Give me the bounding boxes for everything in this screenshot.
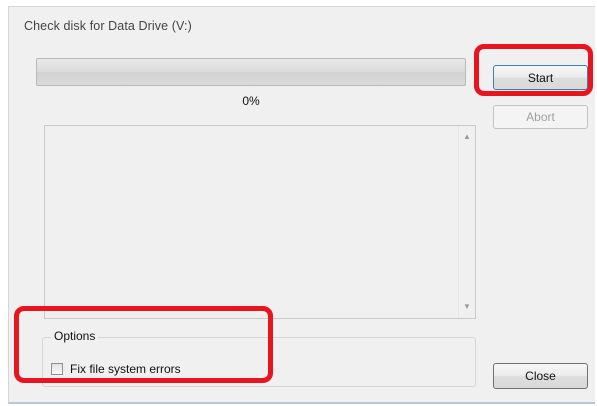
dialog-title: Check disk for Data Drive (V:): [24, 19, 192, 33]
options-legend: Options: [51, 329, 99, 343]
abort-button: Abort: [493, 105, 588, 129]
log-scrollbar[interactable]: ▲ ▼: [458, 126, 475, 318]
scroll-down-arrow-icon[interactable]: ▼: [459, 299, 475, 315]
fix-errors-label[interactable]: Fix file system errors: [70, 362, 181, 376]
close-button[interactable]: Close: [493, 363, 588, 389]
check-disk-dialog: Check disk for Data Drive (V:) 0% Start …: [8, 6, 595, 404]
options-group: Options Fix file system errors: [42, 329, 476, 387]
start-button[interactable]: Start: [493, 65, 588, 90]
fix-errors-checkbox[interactable]: [51, 363, 63, 375]
scroll-up-arrow-icon[interactable]: ▲: [459, 129, 475, 145]
progress-bar: [36, 58, 466, 86]
fix-errors-option[interactable]: Fix file system errors: [51, 362, 181, 376]
progress-percent: 0%: [242, 94, 260, 108]
status-log[interactable]: ▲ ▼: [44, 125, 476, 319]
